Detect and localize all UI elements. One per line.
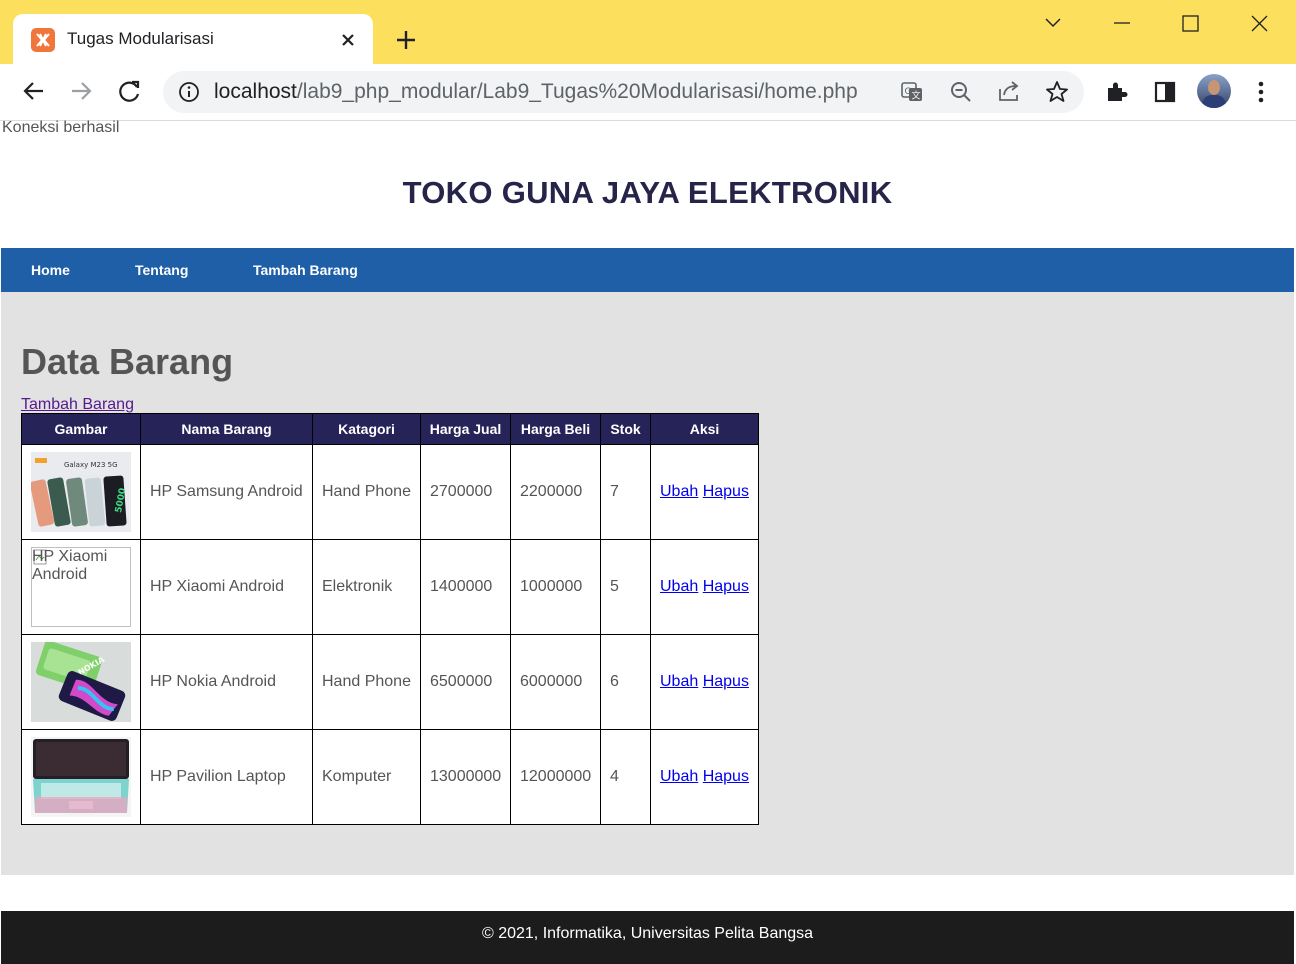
nav-tentang-link[interactable]: Tentang xyxy=(135,262,188,278)
browser-toolbar: localhost/lab9_php_modular/Lab9_Tugas%20… xyxy=(0,64,1296,121)
menu-kebab-icon[interactable] xyxy=(1245,76,1277,108)
samsung-image-caption: Galaxy M23 5G xyxy=(64,461,118,469)
kategori-cell: Komputer xyxy=(312,729,421,825)
site-info-icon[interactable] xyxy=(173,76,205,108)
hapus-link[interactable]: Hapus xyxy=(703,578,749,595)
hapus-link[interactable]: Hapus xyxy=(703,673,749,690)
address-bar[interactable]: localhost/lab9_php_modular/Lab9_Tugas%20… xyxy=(163,71,1084,113)
add-item-link[interactable]: Tambah Barang xyxy=(21,396,134,414)
header-harga-jual: Harga Jual xyxy=(420,413,511,445)
table-row: HP Xiaomi Android HP Xiaomi Android Elek… xyxy=(21,539,759,635)
harga-beli-cell: 6000000 xyxy=(510,634,601,730)
nama-barang-cell: HP Pavilion Laptop xyxy=(140,729,313,825)
header-harga-beli: Harga Beli xyxy=(510,413,601,445)
reload-icon[interactable] xyxy=(114,76,146,108)
harga-jual-cell: 6500000 xyxy=(420,634,511,730)
stok-cell: 4 xyxy=(600,729,651,825)
kategori-cell: Elektronik xyxy=(312,539,421,635)
stok-cell: 6 xyxy=(600,634,651,730)
image-cell: NOKIA xyxy=(21,634,141,730)
nama-barang-cell: HP Samsung Android xyxy=(140,444,313,540)
nav-home-link[interactable]: Home xyxy=(31,262,70,278)
table-row: HP Pavilion Laptop Komputer 13000000 120… xyxy=(21,729,759,825)
nokia-phone-image: NOKIA xyxy=(31,642,131,722)
stok-cell: 7 xyxy=(600,444,651,540)
profile-avatar[interactable] xyxy=(1197,74,1231,108)
url-path: /lab9_php_modular/Lab9_Tugas%20Modularis… xyxy=(296,80,858,103)
ubah-link[interactable]: Ubah xyxy=(660,578,698,595)
kategori-cell: Hand Phone xyxy=(312,444,421,540)
new-tab-plus-icon[interactable] xyxy=(392,26,420,54)
avatar-shoulders xyxy=(1202,95,1226,108)
image-cell: HP Xiaomi Android xyxy=(21,539,141,635)
url-text: localhost/lab9_php_modular/Lab9_Tugas%20… xyxy=(214,80,858,104)
ubah-link[interactable]: Ubah xyxy=(660,483,698,500)
table-row: NOKIA HP Nokia Android Hand Phone 650000… xyxy=(21,634,759,730)
nav-tambah-barang-link[interactable]: Tambah Barang xyxy=(253,262,358,278)
header-katagori: Katagori xyxy=(312,413,421,445)
footer: © 2021, Informatika, Universitas Pelita … xyxy=(1,911,1294,964)
header-aksi: Aksi xyxy=(650,413,759,445)
hapus-link[interactable]: Hapus xyxy=(703,483,749,500)
image-cell xyxy=(21,729,141,825)
browser-titlebar: Tugas Modularisasi xyxy=(0,0,1296,66)
bookmark-star-icon[interactable] xyxy=(1041,76,1073,108)
ubah-link[interactable]: Ubah xyxy=(660,768,698,785)
aksi-cell: Ubah Hapus xyxy=(650,634,759,730)
laptop-image xyxy=(31,737,131,817)
tab-title: Tugas Modularisasi xyxy=(67,29,214,48)
main-content: Data Barang Tambah Barang Gambar Nama Ba… xyxy=(1,292,1294,875)
web-page: Koneksi berhasil TOKO GUNA JAYA ELEKTRON… xyxy=(1,119,1294,964)
side-panel-icon[interactable] xyxy=(1149,76,1181,108)
minimize-icon[interactable] xyxy=(1102,8,1142,40)
kategori-cell: Hand Phone xyxy=(312,634,421,730)
header-nama-barang: Nama Barang xyxy=(140,413,313,445)
harga-beli-cell: 2200000 xyxy=(510,444,601,540)
nama-barang-cell: HP Nokia Android xyxy=(140,634,313,730)
hapus-link[interactable]: Hapus xyxy=(703,768,749,785)
stok-cell: 5 xyxy=(600,539,651,635)
aksi-cell: Ubah Hapus xyxy=(650,729,759,825)
navbar: Home Tentang Tambah Barang xyxy=(1,248,1294,292)
broken-image: HP Xiaomi Android xyxy=(31,547,131,627)
header-gambar: Gambar xyxy=(21,413,141,445)
share-icon[interactable] xyxy=(993,76,1025,108)
items-table: Gambar Nama Barang Katagori Harga Jual H… xyxy=(21,413,759,825)
svg-text:G: G xyxy=(905,87,912,97)
image-cell: Galaxy M23 5G 5000 xyxy=(21,444,141,540)
harga-jual-cell: 13000000 xyxy=(420,729,511,825)
table-header-row: Gambar Nama Barang Katagori Harga Jual H… xyxy=(21,413,759,445)
samsung-phones-image: Galaxy M23 5G 5000 xyxy=(31,452,131,532)
harga-jual-cell: 1400000 xyxy=(420,539,511,635)
harga-beli-cell: 1000000 xyxy=(510,539,601,635)
forward-arrow-icon[interactable] xyxy=(66,76,98,108)
tab-close-icon[interactable] xyxy=(335,27,361,53)
aksi-cell: Ubah Hapus xyxy=(650,539,759,635)
harga-jual-cell: 2700000 xyxy=(420,444,511,540)
footer-copyright: © 2021, Informatika, Universitas Pelita … xyxy=(481,925,814,942)
extensions-puzzle-icon[interactable] xyxy=(1101,76,1133,108)
connection-status: Koneksi berhasil xyxy=(2,119,120,136)
back-arrow-icon[interactable] xyxy=(18,76,50,108)
harga-beli-cell: 12000000 xyxy=(510,729,601,825)
xampp-favicon-icon xyxy=(31,28,55,52)
zoom-out-icon[interactable] xyxy=(945,76,977,108)
broken-image-alt-text: HP Xiaomi Android xyxy=(32,548,108,583)
translate-icon[interactable]: G文 xyxy=(896,76,928,108)
avatar-face xyxy=(1208,80,1220,95)
svg-text:文: 文 xyxy=(912,90,921,102)
maximize-icon[interactable] xyxy=(1171,8,1211,40)
aksi-cell: Ubah Hapus xyxy=(650,444,759,540)
browser-tab[interactable]: Tugas Modularisasi xyxy=(13,14,373,66)
url-host: localhost xyxy=(214,80,297,103)
ubah-link[interactable]: Ubah xyxy=(660,673,698,690)
page-heading: Data Barang xyxy=(21,341,234,382)
table-row: Galaxy M23 5G 5000 HP Samsung Android Ha xyxy=(21,444,759,540)
nama-barang-cell: HP Xiaomi Android xyxy=(140,539,313,635)
header-stok: Stok xyxy=(600,413,651,445)
site-title: TOKO GUNA JAYA ELEKTRONIK xyxy=(402,175,893,210)
close-window-icon[interactable] xyxy=(1240,8,1280,40)
tab-search-chevron-icon[interactable] xyxy=(1033,8,1073,40)
